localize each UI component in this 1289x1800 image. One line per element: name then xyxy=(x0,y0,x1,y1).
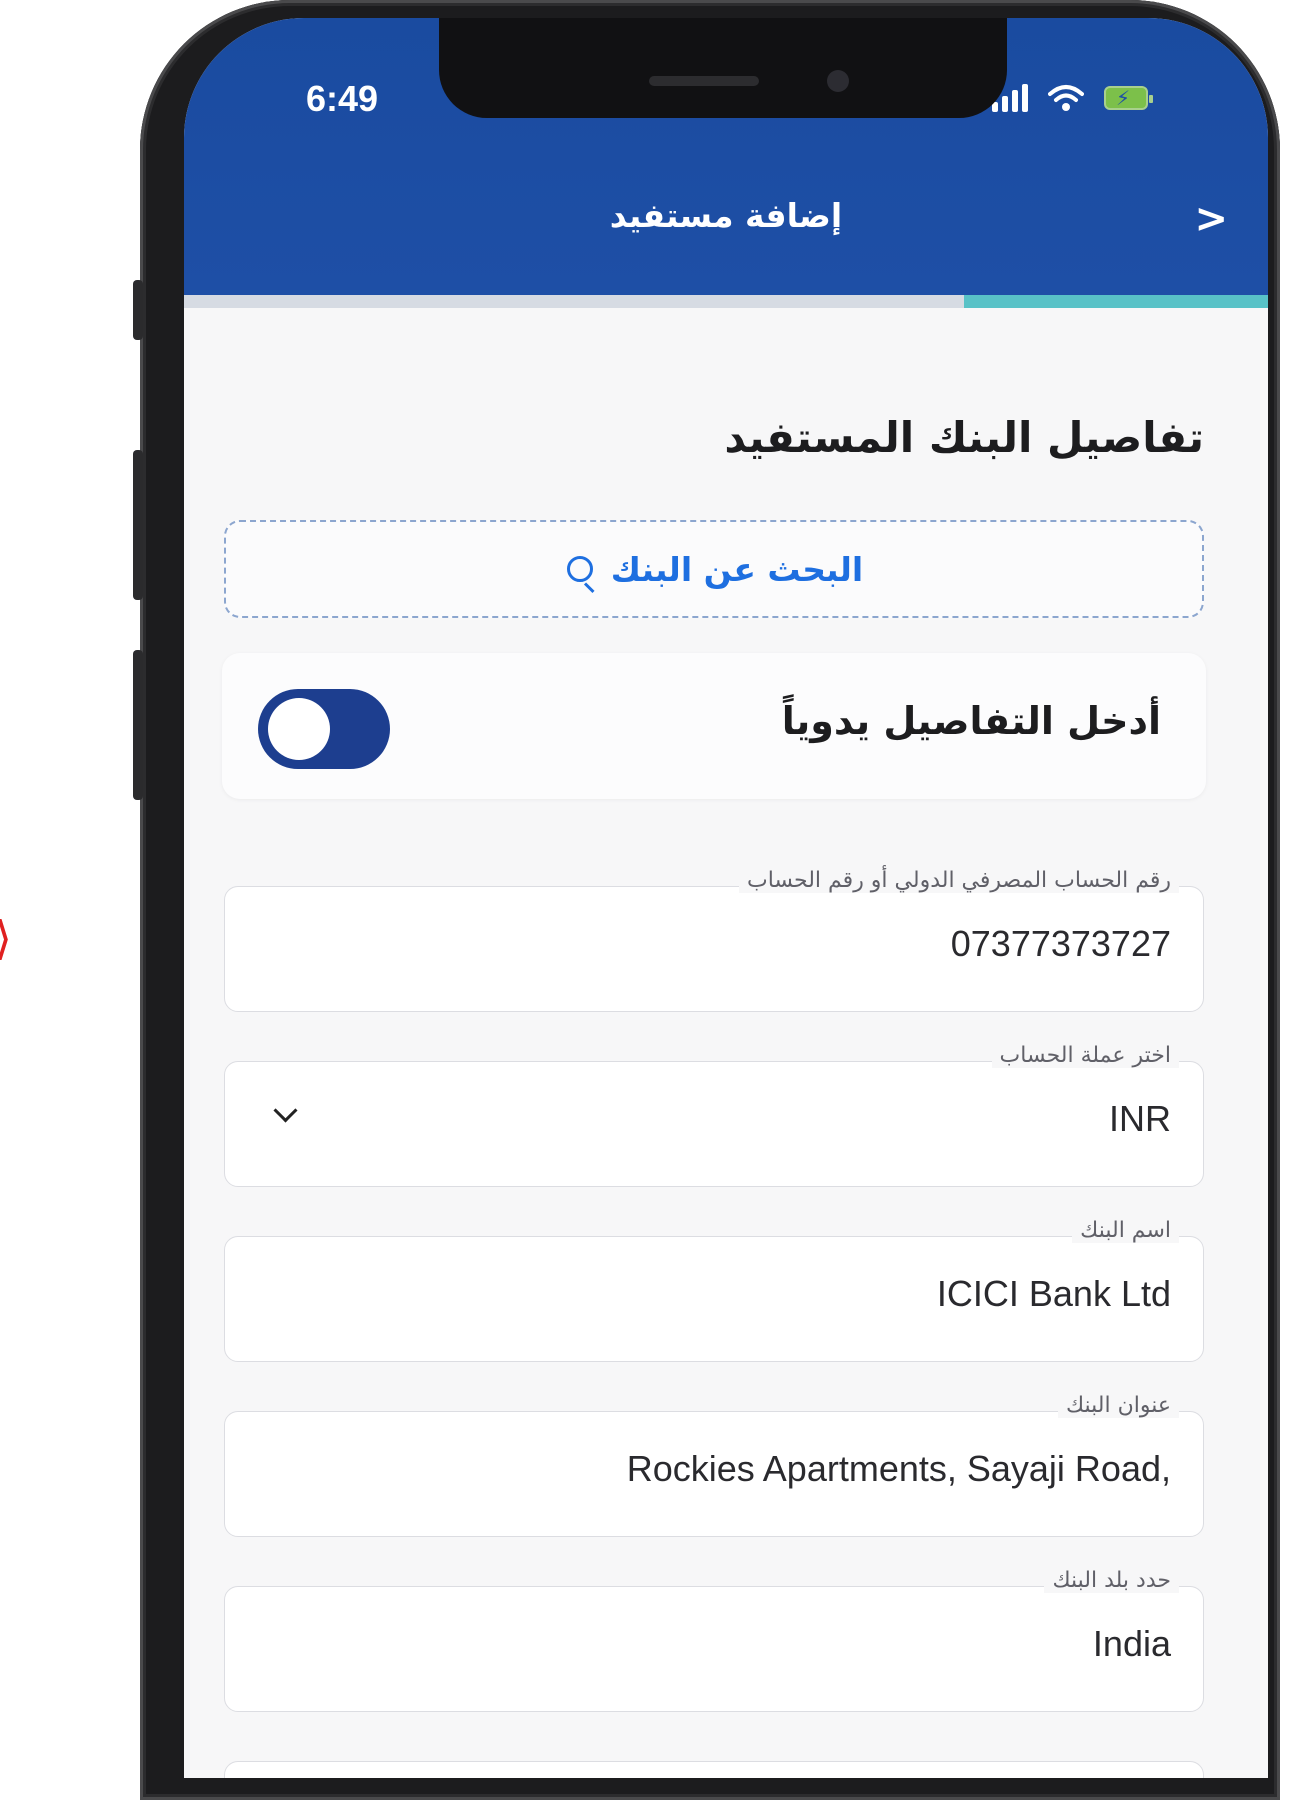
phone-notch xyxy=(439,18,1007,118)
bank-address-value: Rockies Apartments, Sayaji Road, xyxy=(626,1448,1171,1489)
chevron-right-icon[interactable]: > xyxy=(1194,196,1228,242)
iban-value: 07377373727 xyxy=(950,923,1171,964)
phone-side-button xyxy=(133,280,143,340)
manual-entry-card: أدخل التفاصيل يدوياً xyxy=(222,653,1206,799)
battery-icon: ⚡ xyxy=(1104,86,1153,110)
next-field[interactable] xyxy=(224,1761,1204,1778)
header-bar: 6:49 ⚡ إضافة مستفيد > xyxy=(184,18,1268,295)
chevron-down-icon xyxy=(275,1106,297,1128)
iban-field[interactable]: رقم الحساب المصرفي الدولي أو رقم الحساب … xyxy=(224,868,1204,1012)
search-icon xyxy=(565,554,595,584)
bank-address-field[interactable]: عنوان البنك Rockies Apartments, Sayaji R… xyxy=(224,1393,1204,1537)
bank-name-label: اسم البنك xyxy=(1072,1218,1179,1243)
wifi-icon xyxy=(1048,85,1084,111)
bank-search-button[interactable]: البحث عن البنك xyxy=(224,520,1204,618)
currency-select[interactable]: اختر عملة الحساب INR xyxy=(224,1043,1204,1187)
bank-country-label: حدد بلد البنك xyxy=(1044,1568,1179,1593)
bank-name-field[interactable]: اسم البنك ICICI Bank Ltd xyxy=(224,1218,1204,1362)
page-title: إضافة مستفيد xyxy=(609,196,843,235)
status-icons: ⚡ xyxy=(992,84,1153,112)
bank-country-field[interactable]: حدد بلد البنك India xyxy=(224,1568,1204,1712)
section-title: تفاصيل البنك المستفيد xyxy=(724,413,1204,462)
phone-side-button xyxy=(133,450,143,600)
status-time: 6:49 xyxy=(306,78,379,119)
phone-side-button xyxy=(133,650,143,800)
currency-label: اختر عملة الحساب xyxy=(991,1043,1179,1068)
toggle-knob xyxy=(268,698,330,760)
bank-country-value: India xyxy=(1092,1623,1171,1664)
bank-address-label: عنوان البنك xyxy=(1057,1393,1179,1418)
arrow-indicator-icon: ⟩ xyxy=(0,915,34,961)
manual-entry-label: أدخل التفاصيل يدوياً xyxy=(781,699,1161,743)
search-label: البحث عن البنك xyxy=(610,549,864,589)
currency-value: INR xyxy=(1109,1098,1171,1139)
iban-label: رقم الحساب المصرفي الدولي أو رقم الحساب xyxy=(738,868,1179,893)
bank-name-value: ICICI Bank Ltd xyxy=(936,1273,1171,1314)
app-screen: 6:49 ⚡ إضافة مستفيد > تفاصيل البنك المست… xyxy=(184,18,1268,1778)
progress-fill xyxy=(964,295,1268,308)
manual-entry-toggle[interactable] xyxy=(258,689,390,769)
progress-bar xyxy=(184,295,1268,308)
